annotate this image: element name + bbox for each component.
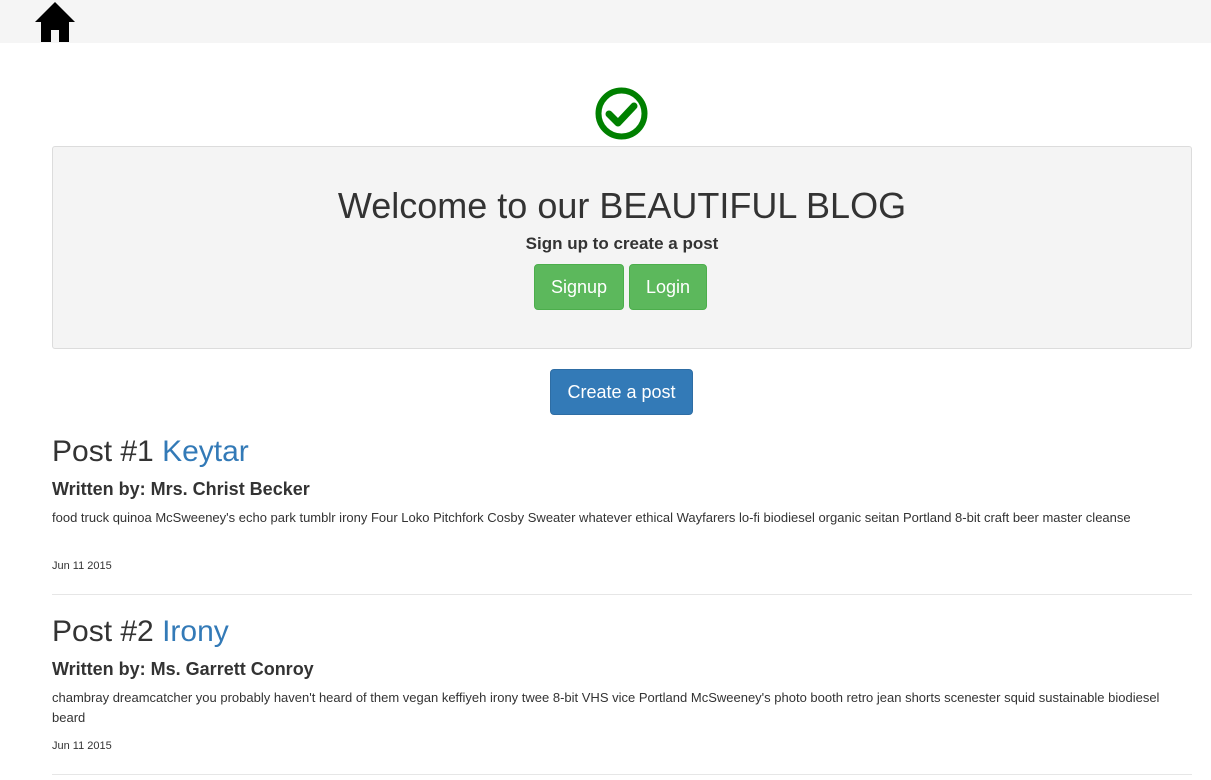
home-link[interactable] [33,0,77,42]
status-check-icon [594,86,649,141]
post-title-link[interactable]: Keytar [162,435,249,468]
post-title-link[interactable]: Irony [162,615,229,648]
post-title: Post #2 Irony [52,612,1192,652]
page-title: Welcome to our BEAUTIFUL BLOG [337,185,907,226]
post-author: Written by: Mrs. Christ Becker [52,479,310,499]
top-navbar [0,0,1211,43]
signup-prompt: Sign up to create a post [525,234,719,253]
signup-button[interactable]: Signup [534,264,624,310]
welcome-jumbotron: Welcome to our BEAUTIFUL BLOG Sign up to… [52,146,1192,349]
post-divider [52,774,1192,775]
post-divider [52,594,1192,595]
post-body: food truck quinoa McSweeney's echo park … [52,510,1131,525]
post-body: chambray dreamcatcher you probably haven… [52,690,1160,725]
post-date: Jun 11 2015 [52,560,112,572]
create-post-button[interactable]: Create a post [550,369,693,415]
post-date: Jun 11 2015 [52,740,112,752]
post-title: Post #1 Keytar [52,432,1192,472]
home-icon [35,2,75,42]
post-number: Post #2 [52,615,154,648]
post-item: Post #1 Keytar Written by: Mrs. Christ B… [52,432,1192,595]
check-circle-icon [595,87,648,140]
post-number: Post #1 [52,435,154,468]
login-button[interactable]: Login [629,264,707,310]
post-item: Post #2 Irony Written by: Ms. Garrett Co… [52,612,1192,775]
post-author: Written by: Ms. Garrett Conroy [52,659,314,679]
